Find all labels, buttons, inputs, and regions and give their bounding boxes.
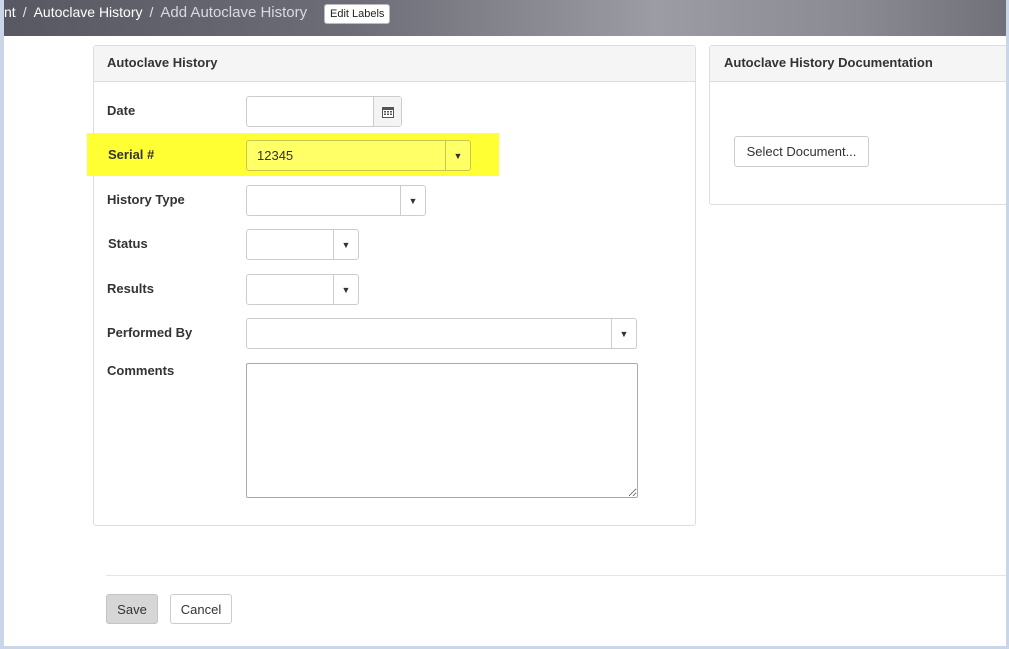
chevron-down-icon[interactable]: ▼ bbox=[445, 141, 470, 170]
serial-select[interactable]: 12345 ▼ bbox=[246, 140, 471, 171]
breadcrumb: nt / Autoclave History / Add Autoclave Histo… bbox=[4, 4, 307, 21]
documentation-panel-title: Autoclave History Documentation bbox=[710, 46, 1009, 82]
edit-labels-button[interactable]: Edit Labels bbox=[324, 4, 391, 24]
chevron-down-icon[interactable]: ▼ bbox=[333, 275, 358, 304]
documentation-panel: Autoclave History Documentation bbox=[709, 45, 1009, 205]
status-select[interactable]: ▼ bbox=[246, 229, 359, 260]
calendar-icon[interactable] bbox=[373, 97, 401, 126]
comments-textarea[interactable] bbox=[246, 363, 638, 498]
serial-value: 12345 bbox=[257, 148, 294, 163]
date-input[interactable] bbox=[246, 96, 402, 127]
save-button[interactable]: Save bbox=[106, 594, 158, 624]
breadcrumb-separator: / bbox=[22, 4, 27, 20]
chevron-down-icon[interactable]: ▼ bbox=[611, 319, 636, 348]
breadcrumb-current: Add Autoclave History bbox=[160, 4, 308, 21]
performed-by-label: Performed By bbox=[107, 325, 193, 340]
cancel-button[interactable]: Cancel bbox=[170, 594, 232, 624]
breadcrumb-item-autoclave-history[interactable]: Autoclave History bbox=[34, 4, 143, 20]
history-type-label: History Type bbox=[107, 192, 185, 207]
breadcrumb-separator: / bbox=[149, 4, 154, 20]
history-type-select[interactable]: ▼ bbox=[246, 185, 426, 216]
chevron-down-icon[interactable]: ▼ bbox=[333, 230, 358, 259]
date-label: Date bbox=[107, 103, 136, 118]
results-select[interactable]: ▼ bbox=[246, 274, 359, 305]
comments-label: Comments bbox=[107, 363, 175, 378]
results-label: Results bbox=[107, 281, 154, 296]
top-bar: nt / Autoclave History / Add Autoclave Histo… bbox=[0, 0, 1009, 36]
status-label: Status bbox=[108, 236, 148, 251]
select-document-button[interactable]: Select Document... bbox=[734, 136, 869, 167]
footer-divider bbox=[106, 575, 1009, 576]
serial-label: Serial # bbox=[108, 147, 155, 162]
chevron-down-icon[interactable]: ▼ bbox=[400, 186, 425, 215]
breadcrumb-item-parent[interactable]: nt bbox=[4, 4, 16, 20]
panel-title: Autoclave History bbox=[94, 46, 695, 82]
performed-by-select[interactable]: ▼ bbox=[246, 318, 637, 349]
